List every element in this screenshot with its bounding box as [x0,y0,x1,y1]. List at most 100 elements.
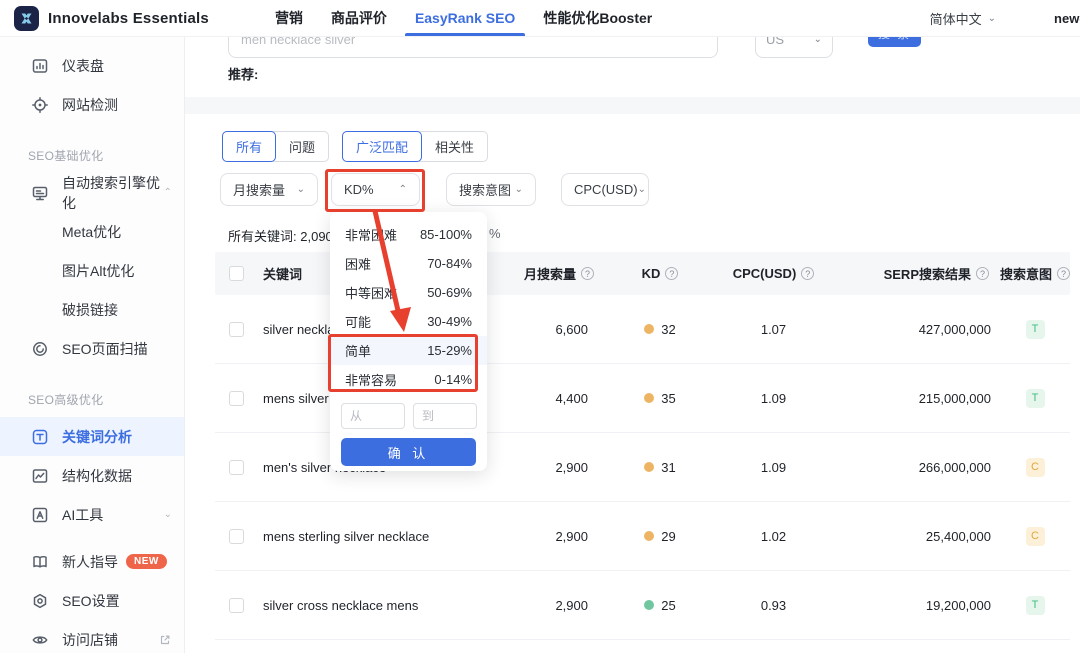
cpc-cell: 1.09 [760,390,787,406]
sidebar-item-seo-settings[interactable]: SEO设置 [0,581,184,620]
volume-filter-label: 月搜索量 [233,183,286,198]
tab-group-scope: 所有 问题 [222,131,330,162]
sidebar-item-label: 仪表盘 [62,57,104,74]
intent-filter-dropdown[interactable]: 搜索意图 ⌄ [446,173,536,206]
volume-cell: 2,900 [555,459,588,475]
intent-badge: T [1025,595,1045,615]
sidebar-item-site-check[interactable]: 网站检测 [0,85,184,124]
info-icon[interactable]: ? [801,267,815,280]
tab-broad-match[interactable]: 广泛匹配 [342,131,423,162]
serp-cell: 215,000,000 [918,390,991,406]
header-intent: 搜索意图? [995,264,1075,283]
sidebar-item-ai-tools[interactable]: AI工具 ⌄ [0,495,184,534]
structured-data-icon [31,467,49,485]
volume-cell: 2,900 [555,597,588,613]
sidebar-item-label: AI工具 [62,506,104,523]
language-selector[interactable]: 简体中文 ⌄ [930,9,996,28]
kd-option-very-easy[interactable]: 非常容易 0-14% [330,365,487,394]
obscured-filter-text: % [489,226,501,241]
sidebar: 仪表盘 网站检测 SEO基础优化 自动搜索引擎优化 ⌃ Meta优化 图片Alt… [0,37,185,653]
row-checkbox[interactable] [228,459,244,475]
sidebar-item-meta[interactable]: Meta优化 [0,212,184,251]
cpc-filter-dropdown[interactable]: CPC(USD) ⌄ [561,173,649,206]
row-checkbox[interactable] [228,321,244,337]
chevron-down-icon: ⌄ [296,184,305,195]
cpc-cell: 1.02 [760,528,787,544]
new-badge: NEW [126,554,167,569]
brand-logo-icon [14,5,39,31]
sidebar-item-visit-store[interactable]: 访问店铺 [0,620,184,653]
sidebar-section-advanced: SEO高级优化 [28,393,104,407]
tab-questions[interactable]: 问题 [275,131,329,162]
kd-option-medium[interactable]: 中等困难 50-69% [330,278,487,307]
row-checkbox[interactable] [228,528,244,544]
sidebar-item-keyword-analysis[interactable]: 关键词分析 [0,417,184,456]
serp-cell: 25,400,000 [925,528,991,544]
info-icon[interactable]: ? [976,267,989,280]
kd-from-input[interactable] [341,403,405,429]
sidebar-item-label: 网站检测 [62,96,118,113]
header-kd: KD? [600,266,720,281]
kd-filter-dropdown[interactable]: KD% ⌃ [331,173,420,206]
ai-tools-icon [31,506,49,524]
sidebar-item-auto-seo[interactable]: 自动搜索引擎优化 ⌃ [0,173,184,212]
intent-filter-label: 搜索意图 [459,183,512,198]
kd-dot [644,393,655,403]
volume-filter-dropdown[interactable]: 月搜索量 ⌄ [220,173,318,206]
sidebar-item-dashboard[interactable]: 仪表盘 [0,46,184,85]
select-all-checkbox[interactable] [228,266,244,281]
info-icon[interactable]: ? [665,267,679,280]
sidebar-item-structured-data[interactable]: 结构化数据 [0,456,184,495]
chevron-up-icon: ⌃ [398,184,407,195]
info-icon[interactable]: ? [1057,267,1070,280]
tab-related[interactable]: 相关性 [421,131,488,162]
settings-icon [31,592,49,610]
store-icon [31,631,49,649]
site-check-icon [31,96,49,114]
intent-badge: C [1025,457,1045,477]
language-label: 简体中文 [929,11,982,27]
sidebar-item-image-alt[interactable]: 图片Alt优化 [0,251,184,290]
intent-badge: T [1025,388,1045,408]
tab-all[interactable]: 所有 [222,131,277,162]
x-logo-glyph [21,13,32,23]
kd-cell: 32 [600,322,720,337]
kd-dot [644,462,655,472]
info-icon[interactable]: ? [581,267,594,280]
row-checkbox[interactable] [228,597,244,613]
nav-tab-marketing[interactable]: 营销 [261,0,317,36]
kd-option-possible[interactable]: 可能 30-49% [330,307,487,336]
nav-tab-booster[interactable]: 性能优化Booster [529,0,666,36]
sidebar-item-broken-links[interactable]: 破损链接 [0,290,184,329]
filter-dropdowns-row: 月搜索量 ⌄ KD% ⌃ 搜索意图 ⌄ CPC(USD) ⌄ [220,173,649,206]
chevron-down-icon: ⌄ [987,12,997,24]
filter-tabs-row: 所有 问题 广泛匹配 相关性 [222,131,489,162]
header-volume: 月搜索量? [495,264,600,283]
sidebar-item-page-scan[interactable]: SEO页面扫描 [0,329,184,368]
sidebar-item-label: 关键词分析 [62,428,132,445]
sidebar-item-guide[interactable]: 新人指导 NEW [0,542,184,581]
cpc-cell: 1.07 [760,321,787,337]
kd-option-hard[interactable]: 困难 70-84% [330,249,487,278]
section-divider [185,97,1080,114]
kd-to-input[interactable] [413,403,477,429]
row-checkbox[interactable] [228,390,244,406]
kd-option-very-hard[interactable]: 非常困难 85-100% [330,220,487,249]
sidebar-item-label: SEO设置 [62,592,120,609]
sidebar-item-label: 结构化数据 [62,467,132,484]
table-row[interactable]: mens sterling silver necklace 2,900 29 1… [215,502,1070,571]
kd-dropdown-panel: 非常困难 85-100% 困难 70-84% 中等困难 50-69% 可能 30… [330,212,487,471]
chevron-down-icon: ⌄ [637,184,646,195]
app-window: Innovelabs Essentials 营销 商品评价 EasyRank S… [0,0,1080,653]
store-name-partial: new-t [1054,10,1080,26]
nav-tab-easyrank-seo[interactable]: EasyRank SEO [401,0,529,36]
table-row[interactable]: silver cross necklace mens 2,900 25 0.93… [215,571,1070,640]
sidebar-item-label: 破损链接 [62,301,118,318]
nav-tab-reviews[interactable]: 商品评价 [317,0,401,36]
kd-cell: 31 [600,460,720,475]
kd-option-easy[interactable]: 简单 15-29% [330,336,487,365]
serp-cell: 266,000,000 [918,459,991,475]
kd-confirm-button[interactable]: 确 认 [341,438,476,466]
header-serp: SERP搜索结果? [827,264,995,283]
sidebar-item-label: 自动搜索引擎优化 [62,174,160,211]
